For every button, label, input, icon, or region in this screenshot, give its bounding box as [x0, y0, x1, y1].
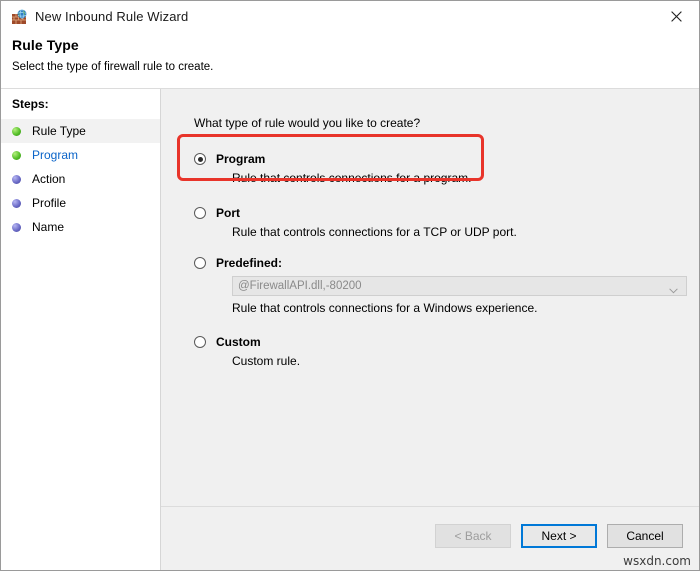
sidebar-item-label: Action — [32, 172, 66, 186]
cancel-button[interactable]: Cancel — [607, 524, 683, 548]
sidebar-item-label: Rule Type — [32, 124, 86, 138]
sidebar-item-label: Profile — [32, 196, 67, 210]
firewall-brick-globe-icon — [11, 8, 27, 25]
sidebar-item-action[interactable]: Action — [1, 167, 160, 191]
option-description: Custom rule. — [232, 354, 301, 368]
sidebar-item-profile[interactable]: Profile — [1, 191, 160, 215]
step-bullet-icon — [12, 174, 21, 184]
steps-sidebar: Steps: Rule Type Program Action Profile … — [1, 89, 161, 570]
page-title: Rule Type — [12, 37, 79, 53]
chevron-down-icon — [669, 283, 678, 294]
radio-icon-program[interactable] — [194, 153, 206, 165]
option-label: Predefined: — [216, 256, 283, 270]
radio-icon-predefined[interactable] — [194, 257, 206, 269]
option-label: Custom — [216, 335, 261, 349]
radio-icon-port[interactable] — [194, 207, 206, 219]
option-description: Rule that controls connections for a TCP… — [232, 225, 517, 239]
sidebar-item-label: Program — [32, 148, 79, 162]
option-label: Port — [216, 206, 240, 220]
radio-option-predefined[interactable]: Predefined: @FirewallAPI.dll,-80200 Rule… — [194, 256, 699, 315]
close-icon[interactable] — [654, 1, 699, 32]
rule-type-question: What type of rule would you like to crea… — [194, 116, 421, 130]
next-button[interactable]: Next > — [521, 524, 597, 548]
step-bullet-icon — [12, 126, 21, 136]
sidebar-item-name[interactable]: Name — [1, 215, 160, 239]
radio-option-program[interactable]: Program Rule that controls connections f… — [194, 152, 699, 185]
page-subtitle: Select the type of firewall rule to crea… — [12, 61, 214, 73]
button-bar: < Back Next > Cancel wsxdn.com — [161, 506, 699, 570]
content-inner: What type of rule would you like to crea… — [161, 89, 699, 506]
option-description: Rule that controls connections for a Win… — [232, 301, 538, 315]
sidebar-item-program[interactable]: Program — [1, 143, 160, 167]
body-area: Steps: Rule Type Program Action Profile … — [1, 89, 699, 570]
sidebar-item-rule-type[interactable]: Rule Type — [1, 119, 160, 143]
predefined-dropdown-value: @FirewallAPI.dll,-80200 — [238, 280, 362, 292]
content-panel: What type of rule would you like to crea… — [161, 89, 699, 570]
radio-option-port[interactable]: Port Rule that controls connections for … — [194, 206, 699, 239]
steps-heading: Steps: — [12, 97, 49, 111]
step-bullet-icon — [12, 150, 21, 160]
option-label: Program — [216, 152, 266, 166]
back-button[interactable]: < Back — [435, 524, 511, 548]
watermark: wsxdn.com — [623, 554, 691, 568]
wizard-window: New Inbound Rule Wizard Rule Type Select… — [0, 0, 700, 571]
page-header: Rule Type Select the type of firewall ru… — [1, 32, 699, 89]
title-bar: New Inbound Rule Wizard — [1, 1, 699, 32]
predefined-dropdown[interactable]: @FirewallAPI.dll,-80200 — [232, 276, 687, 296]
radio-option-custom[interactable]: Custom Custom rule. — [194, 335, 699, 368]
step-bullet-icon — [12, 222, 21, 232]
predefined-combo-wrap: @FirewallAPI.dll,-80200 — [232, 276, 699, 296]
sidebar-item-label: Name — [32, 220, 65, 234]
step-bullet-icon — [12, 198, 21, 208]
window-title: New Inbound Rule Wizard — [35, 9, 189, 24]
option-description: Rule that controls connections for a pro… — [232, 171, 472, 185]
radio-icon-custom[interactable] — [194, 336, 206, 348]
